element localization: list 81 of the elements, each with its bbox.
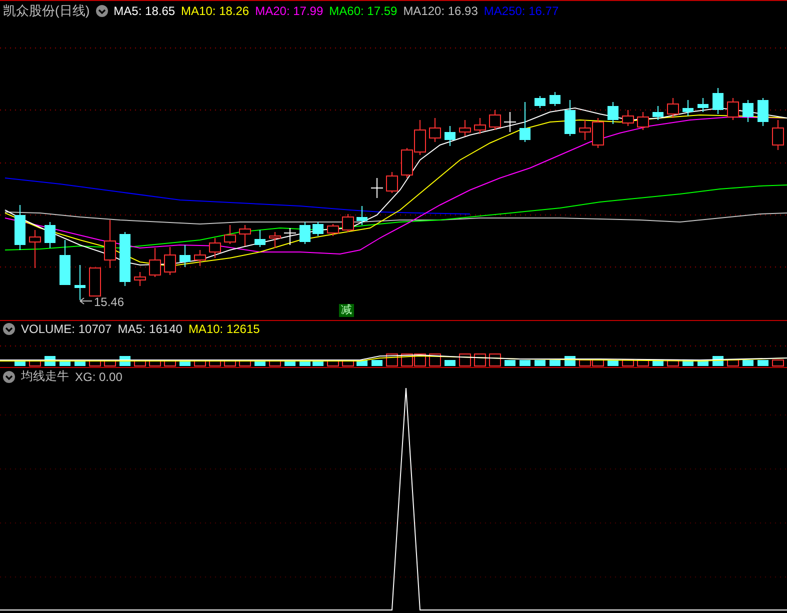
candlestick [742, 100, 754, 122]
candlestick [429, 118, 441, 142]
candlestick [149, 248, 161, 278]
volume-bar [474, 354, 486, 366]
moving-average-value: MA5: 18.65 [114, 4, 176, 18]
candlestick [104, 220, 116, 268]
volume-bar [444, 360, 456, 366]
candlestick [712, 88, 724, 114]
candlestick [224, 224, 236, 244]
candlestick [300, 222, 310, 244]
moving-average-value: MA10: 18.26 [181, 4, 250, 18]
candlestick [29, 230, 41, 268]
candlestick [414, 120, 426, 156]
moving-average-value: MA120: 16.93 [403, 4, 478, 18]
candlestick [444, 126, 456, 146]
candlestick [370, 178, 384, 198]
volume-bar [742, 360, 754, 366]
candlestick [120, 232, 130, 286]
candlestick [356, 206, 368, 226]
candlestick [60, 240, 70, 286]
candlestick [667, 98, 679, 118]
candlestick [564, 100, 576, 136]
candlestick [239, 224, 251, 246]
volume-bar [758, 360, 768, 366]
candlestick [284, 228, 296, 246]
candlestick [459, 120, 471, 136]
candlestick [194, 250, 206, 266]
volume-bar [372, 360, 382, 366]
volume-bar [550, 360, 560, 366]
moving-average-value: MA60: 17.59 [329, 4, 398, 18]
volume-value: VOLUME: 10707 [21, 322, 112, 336]
candlestick [652, 106, 664, 120]
volume-value: MA5: 16140 [118, 322, 182, 336]
chevron-down-icon[interactable] [3, 323, 15, 335]
indicator-value: 均线走牛 [21, 368, 69, 385]
volume-bar [489, 354, 501, 366]
candlestick [327, 224, 339, 236]
candlestick [401, 148, 413, 178]
volume-bar [504, 360, 516, 366]
candlestick [44, 222, 56, 248]
candlestick [622, 110, 634, 126]
low-price-label: 15.46 [94, 295, 124, 309]
candlestick [342, 214, 354, 232]
candlestick [772, 120, 784, 150]
candlestick [209, 238, 221, 258]
stock-title: 凯众股份(日线) [3, 2, 90, 20]
chevron-down-icon[interactable] [3, 370, 15, 382]
candlestick [727, 98, 739, 120]
candlestick [89, 268, 101, 296]
candlestick [758, 98, 768, 126]
candlestick [474, 118, 486, 134]
candlestick [180, 244, 190, 268]
volume-bar [564, 356, 576, 366]
volume-bar [520, 360, 530, 366]
candlestick [14, 204, 26, 250]
candlestick [489, 110, 501, 130]
candlestick [312, 222, 324, 236]
candlestick [520, 102, 530, 142]
sell-signal-badge: 减 [339, 304, 354, 317]
candlestick [134, 272, 146, 286]
candlestick [504, 112, 516, 132]
volume-bar [772, 360, 784, 366]
candlestick [550, 92, 560, 106]
candlestick [682, 100, 694, 116]
candlestick [608, 102, 618, 124]
volume-value: MA10: 12615 [188, 322, 260, 336]
moving-average-value: MA250: 16.77 [484, 4, 559, 18]
candlestick [534, 96, 546, 108]
volume-bar [459, 354, 471, 366]
chevron-down-icon[interactable] [96, 4, 108, 16]
candlestick [74, 264, 86, 300]
leader-line [80, 298, 92, 304]
candlestick [698, 98, 708, 112]
candlestick [254, 230, 266, 248]
volume-bar [534, 360, 546, 366]
candlestick [637, 112, 649, 130]
candlestick [269, 232, 281, 248]
candlestick [164, 246, 176, 276]
indicator-value: XG: 0.00 [75, 370, 122, 384]
candlestick [386, 172, 398, 194]
moving-average-value: MA20: 17.99 [255, 4, 324, 18]
